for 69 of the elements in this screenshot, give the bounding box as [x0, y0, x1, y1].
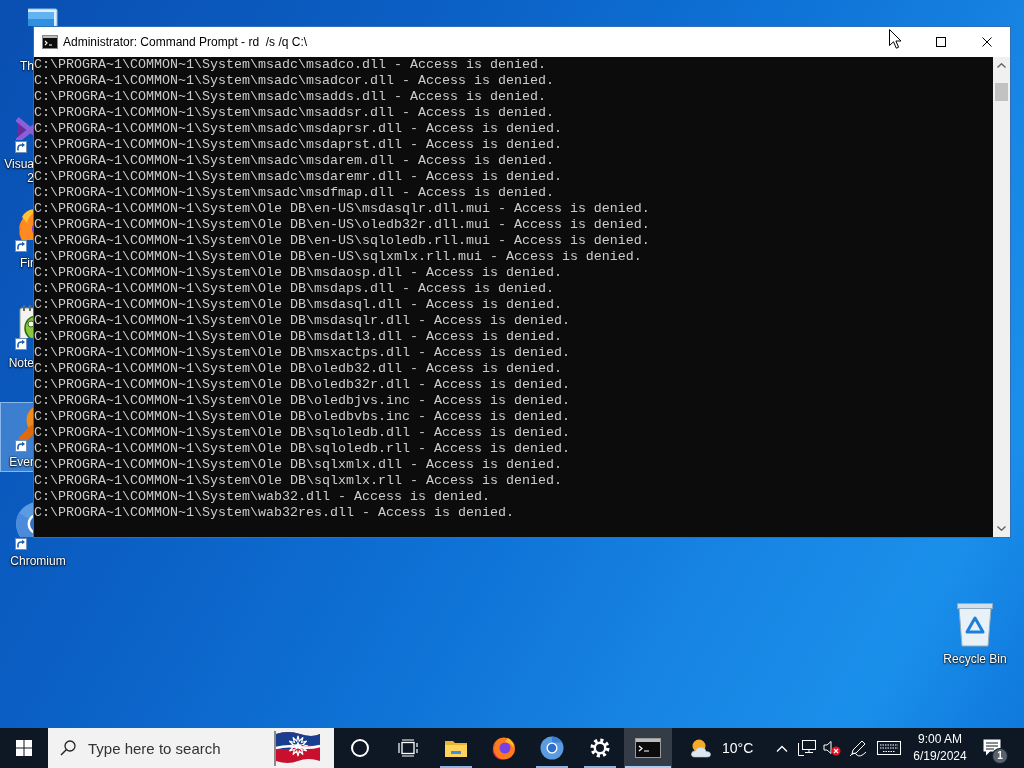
window-title: Administrator: Command Prompt - rd /s /q C:\: [63, 35, 308, 49]
firefox-icon: [492, 736, 516, 760]
console-line: C:\PROGRA~1\COMMON~1\System\msadc\msdaprsr.dll - Access is denied.: [34, 121, 562, 137]
ring-icon: [350, 738, 370, 758]
scrollbar[interactable]: [993, 57, 1010, 537]
icon-label[interactable]: Fir: [20, 256, 34, 270]
console-line: C:\PROGRA~1\COMMON~1\System\wab32.dll - Access is denied.: [34, 489, 490, 505]
console-line: C:\PROGRA~1\COMMON~1\System\Ole DB\en-US\sqloledb.rll.mui - Access is denied.: [34, 233, 650, 249]
console-line: C:\PROGRA~1\COMMON~1\System\Ole DB\msdasql.dll - Access is denied.: [34, 297, 562, 313]
console-line: C:\PROGRA~1\COMMON~1\System\Ole DB\sqloledb.dll - Access is denied.: [34, 425, 570, 441]
icon-label[interactable]: Note: [8, 356, 34, 370]
notification-badge: 1: [993, 749, 1007, 763]
pen-icon: [849, 739, 867, 757]
command-prompt-icon: [42, 34, 58, 50]
console-line: C:\PROGRA~1\COMMON~1\System\msadc\msdaremr.dll - Access is denied.: [34, 169, 562, 185]
search-field[interactable]: Type here to search: [48, 728, 334, 768]
icon-label[interactable]: Chromium: [10, 554, 66, 568]
console-line: C:\PROGRA~1\COMMON~1\System\Ole DB\oledbvbs.inc - Access is denied.: [34, 409, 570, 425]
console-line: C:\PROGRA~1\COMMON~1\System\Ole DB\msdasqlr.dll - Access is denied.: [34, 313, 570, 329]
console-line: C:\PROGRA~1\COMMON~1\System\wab32res.dll - Access is denied.: [34, 505, 514, 521]
folder-icon: [444, 738, 468, 758]
console-line: C:\PROGRA~1\COMMON~1\System\Ole DB\en-US\oledb32r.dll.mui - Access is denied.: [34, 217, 650, 233]
console-line: C:\PROGRA~1\COMMON~1\System\msadc\msadco.dll - Access is denied.: [34, 57, 546, 73]
keyboard-icon: [877, 741, 901, 755]
console-line: C:\PROGRA~1\COMMON~1\System\msadc\msdfmap.dll - Access is denied.: [34, 185, 554, 201]
terminal-icon: [635, 738, 661, 758]
icon-label[interactable]: Visua 2: [4, 157, 34, 185]
weather-button[interactable]: 10°C: [680, 728, 764, 768]
notification-icon: [983, 739, 1001, 757]
recycle-bin-icon[interactable]: [955, 601, 995, 647]
network-icon: [798, 740, 816, 756]
chevron-down-icon: [997, 526, 1006, 531]
console-line: C:\PROGRA~1\COMMON~1\System\msadc\msadds.dll - Access is denied.: [34, 89, 546, 105]
console-line: C:\PROGRA~1\COMMON~1\System\msadc\msdarem.dll - Access is denied.: [34, 153, 554, 169]
console-line: C:\PROGRA~1\COMMON~1\System\Ole DB\msdaosp.dll - Access is denied.: [34, 265, 562, 281]
clock-time: 9:00 AM: [918, 731, 962, 748]
console-line: C:\PROGRA~1\COMMON~1\System\Ole DB\msdatl3.dll - Access is denied.: [34, 329, 562, 345]
console-line: C:\PROGRA~1\COMMON~1\System\msadc\msdaprst.dll - Access is denied.: [34, 137, 562, 153]
console-line: C:\PROGRA~1\COMMON~1\System\Ole DB\oledb32.dll - Access is denied.: [34, 361, 562, 377]
icon-label[interactable]: Ever: [9, 455, 34, 469]
console-line: C:\PROGRA~1\COMMON~1\System\Ole DB\msdaps.dll - Access is denied.: [34, 281, 554, 297]
chevron-up-icon: [776, 744, 788, 752]
notepad-icon[interactable]: [16, 304, 34, 338]
console-line: C:\PROGRA~1\COMMON~1\System\Ole DB\en-US\msdasqlr.dll.mui - Access is denied.: [34, 201, 650, 217]
weather-icon: [690, 737, 712, 759]
console-line: C:\PROGRA~1\COMMON~1\System\msadc\msaddsr.dll - Access is denied.: [34, 105, 554, 121]
console-line: C:\PROGRA~1\COMMON~1\System\msadc\msadcor.dll - Access is denied.: [34, 73, 554, 89]
console-line: C:\PROGRA~1\COMMON~1\System\Ole DB\sqlxmlx.dll - Access is denied.: [34, 457, 562, 473]
icon-label[interactable]: Th: [20, 59, 34, 73]
command-prompt-button[interactable]: [624, 728, 672, 768]
console-line: C:\PROGRA~1\COMMON~1\System\Ole DB\msxactps.dll - Access is denied.: [34, 345, 570, 360]
windows-logo-icon: [16, 740, 32, 756]
maximize-icon: [936, 37, 946, 47]
console-line: C:\PROGRA~1\COMMON~1\System\Ole DB\sqlxmlx.rll - Access is denied.: [34, 473, 562, 489]
search-icon: [60, 740, 76, 756]
chromium-icon: [540, 736, 564, 760]
console-line: C:\PROGRA~1\COMMON~1\System\Ole DB\sqloledb.rll - Access is denied.: [34, 441, 570, 457]
task-view-icon: [398, 739, 418, 757]
gear-icon: [590, 738, 610, 758]
icon-label[interactable]: Recycle Bin: [943, 652, 1007, 666]
console-line: C:\PROGRA~1\COMMON~1\System\Ole DB\oledb32r.dll - Access is denied.: [34, 377, 570, 393]
flag-icon: [272, 730, 322, 766]
console-line: C:\PROGRA~1\COMMON~1\System\Ole DB\en-US\sqlxmlx.rll.mui - Access is denied.: [34, 249, 642, 265]
console-line: C:\PROGRA~1\COMMON~1\System\Ole DB\oledbjvs.inc - Access is denied.: [34, 393, 570, 409]
notification-button[interactable]: 1: [974, 728, 1010, 768]
clock-date: 6/19/2024: [913, 748, 967, 765]
chevron-up-icon: [997, 63, 1006, 68]
close-icon: [982, 37, 992, 47]
scrollbar-thumb[interactable]: [995, 83, 1008, 101]
